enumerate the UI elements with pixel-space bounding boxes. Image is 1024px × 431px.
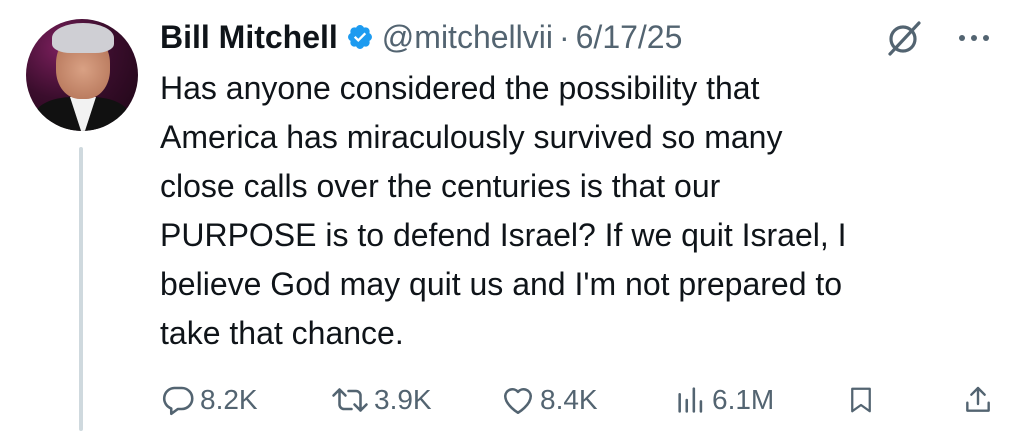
verified-badge-icon[interactable] [346,23,374,51]
repost-button[interactable]: 3.9K [330,378,432,422]
thread-line [79,147,83,431]
share-button[interactable] [962,378,994,422]
repost-count: 3.9K [374,384,432,415]
reply-icon [160,382,196,418]
views-button[interactable]: 6.1M [674,378,774,422]
views-count: 6.1M [712,384,775,415]
more-icon[interactable] [956,30,996,46]
tweet-date[interactable]: 6/17/25 [576,19,683,56]
avatar-hair [52,23,114,53]
like-button[interactable]: 8.4K [500,378,598,422]
bookmark-icon [846,382,876,418]
separator-dot: · [558,18,570,55]
bookmark-button[interactable] [846,378,876,422]
author-handle[interactable]: @mitchellvii [382,19,553,56]
author-name[interactable]: Bill Mitchell [160,19,338,56]
share-icon [962,382,994,418]
tweet-text: Has anyone considered the possibility th… [160,70,847,351]
reply-count: 8.2K [200,384,258,415]
like-count: 8.4K [540,384,598,415]
action-bar: 8.2K 3.9K 8.4K 6.1M [160,378,1000,422]
reply-button[interactable]: 8.2K [160,378,258,422]
tweet-header: Bill Mitchell @mitchellvii · 6/17/25 [160,14,682,60]
avatar[interactable] [26,19,138,131]
like-icon [500,382,536,418]
grok-icon[interactable] [884,18,924,58]
repost-icon [330,382,370,418]
views-icon [674,382,708,418]
